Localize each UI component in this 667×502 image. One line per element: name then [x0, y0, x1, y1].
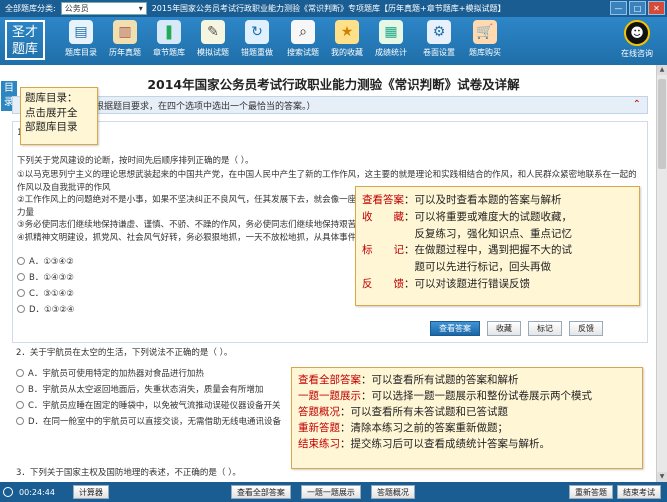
- question-actions: 查看答案 收藏 标记 反馈: [430, 321, 603, 336]
- timer: 00:24:44: [19, 487, 55, 497]
- radio-button[interactable]: [17, 273, 25, 281]
- toolbar-past-exams-button[interactable]: ▥ 历年真题: [104, 20, 146, 58]
- bottom-bar: 00:24:44 计算器 查看全部答案 一题一题展示 答题概况 重新答题 结束考…: [0, 482, 667, 502]
- maximize-button[interactable]: □: [629, 1, 646, 15]
- monitor-icon: ▤: [69, 20, 93, 44]
- radio-button[interactable]: [17, 257, 25, 265]
- category-label: 全部题库分类:: [5, 4, 56, 13]
- radio-button[interactable]: [16, 385, 24, 393]
- minimize-button[interactable]: —: [610, 1, 627, 15]
- one-by-one-button[interactable]: 一题一题展示: [300, 485, 361, 499]
- star-icon: ★: [335, 20, 359, 44]
- vertical-scrollbar[interactable]: ▲ ▼: [656, 65, 667, 482]
- toolbar-search-button[interactable]: ⌕ 搜索试题: [282, 20, 324, 58]
- cart-icon: 🛒: [473, 20, 497, 44]
- radio-button[interactable]: [16, 417, 24, 425]
- option-c[interactable]: C．③①④②: [17, 287, 74, 299]
- question-3: 3．下列关于国家主权及国防地理的表述，不正确的是（ ）。: [12, 467, 648, 482]
- question-stem: 下列关于党风建设的论断，按时间先后顺序排列正确的是（ ）。: [17, 156, 254, 166]
- pencil-doc-icon: ✎: [201, 20, 225, 44]
- online-consult-button[interactable]: ☻ 在线咨询: [617, 20, 657, 59]
- settings-icon: ⚙: [427, 20, 451, 44]
- favorite-button[interactable]: 收藏: [487, 321, 521, 336]
- main-toolbar: 圣才 题库 ▤ 题库目录 ▥ 历年真题 ❚ 章节题库 ✎ 模拟试题 ↻ 错题重做…: [0, 17, 667, 65]
- bottom-tools-tooltip: 查看全部答案：可以查看所有试题的答案和解析 一题一题展示：可以选择一题一题展示和…: [291, 367, 643, 469]
- answer-tools-tooltip: 查看答案：可以及时查看本题的答案与解析 收 藏：可以将重要或难度大的试题收藏， …: [355, 186, 640, 306]
- toolbar-catalog-button[interactable]: ▤ 题库目录: [60, 20, 102, 58]
- clock-icon: [3, 487, 13, 497]
- footer-right-actions: 重新答题 结束考试: [569, 485, 661, 499]
- toolbar-mock-exam-button[interactable]: ✎ 模拟试题: [192, 20, 234, 58]
- app-title: 2015年国家公务员考试行政职业能力测验《常识判断》专项题库【历年真题+章节题库…: [151, 4, 506, 13]
- scroll-up-icon[interactable]: ▲: [657, 65, 667, 75]
- answer-overview-button[interactable]: 答题概况: [370, 485, 415, 499]
- books-icon: ❚: [157, 20, 181, 44]
- view-answer-button[interactable]: 查看答案: [430, 321, 480, 336]
- question-stem: 2．关于宇航员在太空的生活，下列说法不正确的是（ ）。: [16, 348, 233, 358]
- option-b[interactable]: B．①④③②: [17, 271, 74, 283]
- option-d[interactable]: D．①③②④: [17, 303, 75, 315]
- toolbar-chapter-bank-button[interactable]: ❚ 章节题库: [148, 20, 190, 58]
- finish-exam-button[interactable]: 结束考试: [617, 485, 661, 499]
- paper-title: 2014年国家公务员考试行政职业能力测验《常识判断》试卷及详解: [147, 77, 520, 92]
- option-b[interactable]: B．宇航员从太空返回地面后，失重状态消失，质量会有所增加: [16, 383, 263, 395]
- feedback-button[interactable]: 反馈: [569, 321, 603, 336]
- top-bar: 全部题库分类: 公务员 ▾ 2015年国家公务员考试行政职业能力测验《常识判断》…: [0, 0, 667, 17]
- scroll-down-icon[interactable]: ▼: [657, 472, 667, 482]
- option-c[interactable]: C．宇航员应睡在固定的睡袋中，以免被气流推动误碰仪器设备开关: [16, 399, 280, 411]
- collapse-icon[interactable]: ⌃: [633, 99, 641, 110]
- toolbar-stats-button[interactable]: ▦ 成绩统计: [370, 20, 412, 58]
- app-logo: 圣才 题库: [5, 20, 45, 60]
- chart-icon: ▦: [379, 20, 403, 44]
- option-d[interactable]: D．在同一舱室中的宇航员可以直接交谈，无需借助无线电通讯设备: [16, 415, 281, 427]
- restart-button[interactable]: 重新答题: [569, 485, 613, 499]
- catalog-tooltip: 题库目录： 点击展开全 部题库目录: [20, 87, 98, 145]
- toolbar-favorites-button[interactable]: ★ 我的收藏: [326, 20, 368, 58]
- option-a[interactable]: A．宇航员可使用特定的加热器对食品进行加热: [16, 367, 204, 379]
- radio-button[interactable]: [16, 369, 24, 377]
- window-controls: — □ ✕: [610, 1, 665, 15]
- mark-button[interactable]: 标记: [528, 321, 562, 336]
- close-button[interactable]: ✕: [648, 1, 665, 15]
- category-value: 公务员: [64, 4, 89, 13]
- section-instruction: 一、单项选择题（根据题目要求，在四个选项中选出一个最恰当的答案。） ⌃: [12, 96, 648, 114]
- search-icon: ⌕: [291, 20, 315, 44]
- radio-button[interactable]: [17, 289, 25, 297]
- toolbar-purchase-button[interactable]: 🛒 题库购买: [464, 20, 506, 58]
- scroll-thumb[interactable]: [658, 79, 666, 169]
- radio-button[interactable]: [16, 401, 24, 409]
- option-a[interactable]: A．①③④②: [17, 255, 74, 267]
- book-icon: ▥: [113, 20, 137, 44]
- view-all-answers-button[interactable]: 查看全部答案: [230, 485, 291, 499]
- redo-icon: ↻: [245, 20, 269, 44]
- toolbar-redo-mistakes-button[interactable]: ↻ 错题重做: [236, 20, 278, 58]
- question-stem: 3．下列关于国家主权及国防地理的表述，不正确的是（ ）。: [16, 468, 241, 478]
- chevron-down-icon: ▾: [138, 4, 143, 13]
- radio-button[interactable]: [17, 305, 25, 313]
- toolbar-settings-button[interactable]: ⚙ 卷面设置: [418, 20, 460, 58]
- calculator-button[interactable]: 计算器: [72, 485, 109, 499]
- category-select[interactable]: 公务员 ▾: [60, 2, 147, 15]
- qq-penguin-icon: ☻: [624, 20, 650, 46]
